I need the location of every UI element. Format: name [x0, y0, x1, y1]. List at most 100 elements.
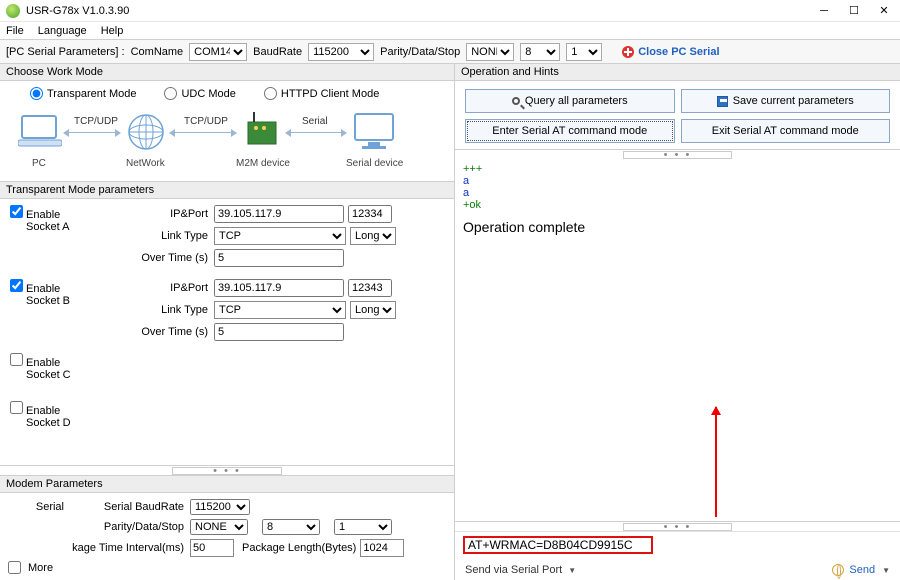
close-button[interactable]: ✕	[878, 5, 890, 17]
more-checkbox-label[interactable]: More	[8, 561, 446, 574]
at-command-input[interactable]	[463, 536, 653, 554]
splitter-bar[interactable]: • • •	[0, 465, 454, 475]
node-m2m: M2M device	[236, 158, 290, 169]
modem-baud-select[interactable]: 115200	[190, 499, 250, 515]
globe-icon	[832, 564, 844, 576]
network-icon	[126, 112, 166, 152]
modem-baud-label: Serial BaudRate	[72, 501, 190, 513]
link-tcpudp-2: TCP/UDP	[184, 116, 228, 127]
send-button[interactable]: Send▼	[832, 564, 890, 576]
baudrate-label: BaudRate	[253, 46, 302, 58]
menu-language[interactable]: Language	[38, 25, 87, 37]
minimize-button[interactable]: ─	[818, 5, 830, 17]
pkg-time-label: kage Time Interval(ms)	[72, 542, 190, 554]
m2m-icon	[242, 112, 282, 148]
mode-udc[interactable]: UDC Mode	[164, 87, 235, 100]
choose-work-mode-header: Choose Work Mode	[0, 64, 454, 81]
log-line: +++	[463, 163, 892, 175]
send-via-dropdown[interactable]: Send via Serial Port▼	[465, 564, 576, 576]
socket-d-checkbox[interactable]	[10, 401, 23, 414]
right-splitter-top[interactable]: • • •	[455, 149, 900, 159]
close-pc-serial-button[interactable]: Close PC Serial	[622, 46, 719, 58]
socket-c-checkbox[interactable]	[10, 353, 23, 366]
mode-transparent[interactable]: Transparent Mode	[30, 87, 136, 100]
socket-a-label: Socket A	[26, 221, 69, 233]
sa-ipport-label: IP&Port	[82, 208, 214, 220]
sb-linktype-label: Link Type	[82, 304, 214, 316]
close-icon	[622, 46, 634, 58]
topology-diagram: TCP/UDP TCP/UDP Serial PC NetWork M2M de…	[0, 104, 454, 182]
comname-label: ComName	[131, 46, 184, 58]
pc-serial-header: [PC Serial Parameters] :	[6, 46, 125, 58]
save-icon	[717, 96, 728, 107]
sb-overtime-label: Over Time (s)	[82, 326, 214, 338]
log-line: a	[463, 187, 892, 199]
log-operation-complete: Operation complete	[463, 219, 892, 235]
socket-a-checkbox[interactable]	[10, 205, 23, 218]
modem-params-header: Modem Parameters	[0, 476, 454, 493]
window-title: USR-G78x V1.0.3.90	[26, 5, 818, 17]
socket-b-label: Socket B	[26, 295, 70, 307]
socket-d-label: Socket D	[26, 417, 71, 429]
modem-data-select[interactable]: 8	[262, 519, 320, 535]
app-icon	[6, 4, 20, 18]
socket-b-checkbox[interactable]	[10, 279, 23, 292]
mode-httpd[interactable]: HTTPD Client Mode	[264, 87, 379, 100]
link-serial: Serial	[302, 116, 328, 127]
modem-pds-label: Parity/Data/Stop	[72, 521, 190, 533]
exit-at-button[interactable]: Exit Serial AT command mode	[681, 119, 891, 143]
annotation-arrow	[715, 407, 717, 517]
modem-stop-select[interactable]: 1	[334, 519, 392, 535]
query-all-button[interactable]: Query all parameters	[465, 89, 675, 113]
stopbits-select[interactable]: 1	[566, 43, 602, 61]
parity-select[interactable]: NONE	[466, 43, 514, 61]
baudrate-select[interactable]: 115200	[308, 43, 374, 61]
menu-help[interactable]: Help	[101, 25, 124, 37]
save-current-button[interactable]: Save current parameters	[681, 89, 891, 113]
sb-port-input[interactable]	[348, 279, 392, 297]
sa-ip-input[interactable]	[214, 205, 344, 223]
sb-linktype-select[interactable]: TCP	[214, 301, 346, 319]
modem-parity-select[interactable]: NONE	[190, 519, 248, 535]
sa-linktype-select[interactable]: TCP	[214, 227, 346, 245]
pc-icon	[18, 114, 62, 148]
socket-d-enable[interactable]: Enable	[10, 405, 60, 417]
sa-overtime-input[interactable]	[214, 249, 344, 267]
socket-c-label: Socket C	[26, 369, 71, 381]
enter-at-button[interactable]: Enter Serial AT command mode	[465, 119, 675, 143]
mode-httpd-radio[interactable]	[264, 87, 277, 100]
node-pc: PC	[32, 158, 46, 169]
pds-label: Parity/Data/Stop	[380, 46, 460, 58]
databits-select[interactable]: 8	[520, 43, 560, 61]
mode-transparent-radio[interactable]	[30, 87, 43, 100]
right-splitter-bottom[interactable]: • • •	[455, 521, 900, 531]
log-line: a	[463, 175, 892, 187]
serial-device-icon	[352, 112, 396, 150]
log-line: +ok	[463, 199, 892, 211]
maximize-button[interactable]: ☐	[848, 5, 860, 17]
sb-overtime-input[interactable]	[214, 323, 344, 341]
node-serial-device: Serial device	[346, 158, 403, 169]
socket-a-enable[interactable]: Enable	[10, 209, 60, 221]
more-checkbox[interactable]	[8, 561, 21, 574]
sa-linktype-label: Link Type	[82, 230, 214, 242]
socket-c-enable[interactable]: Enable	[10, 357, 60, 369]
operation-hints-header: Operation and Hints	[455, 64, 900, 81]
menu-file[interactable]: File	[6, 25, 24, 37]
sb-mode-select[interactable]: Long	[350, 301, 396, 319]
pkg-time-input[interactable]	[190, 539, 234, 557]
socket-b-enable[interactable]: Enable	[10, 283, 60, 295]
close-pc-serial-label: Close PC Serial	[638, 46, 719, 58]
sa-mode-select[interactable]: Long	[350, 227, 396, 245]
sb-ip-input[interactable]	[214, 279, 344, 297]
log-area: +++ a a +ok Operation complete	[455, 159, 900, 521]
sa-port-input[interactable]	[348, 205, 392, 223]
node-network: NetWork	[126, 158, 165, 169]
link-tcpudp-1: TCP/UDP	[74, 116, 118, 127]
comname-select[interactable]: COM14	[189, 43, 247, 61]
sb-ipport-label: IP&Port	[82, 282, 214, 294]
modem-serial-label: Serial	[8, 501, 72, 513]
mode-udc-radio[interactable]	[164, 87, 177, 100]
pkg-len-input[interactable]	[360, 539, 404, 557]
sa-overtime-label: Over Time (s)	[82, 252, 214, 264]
